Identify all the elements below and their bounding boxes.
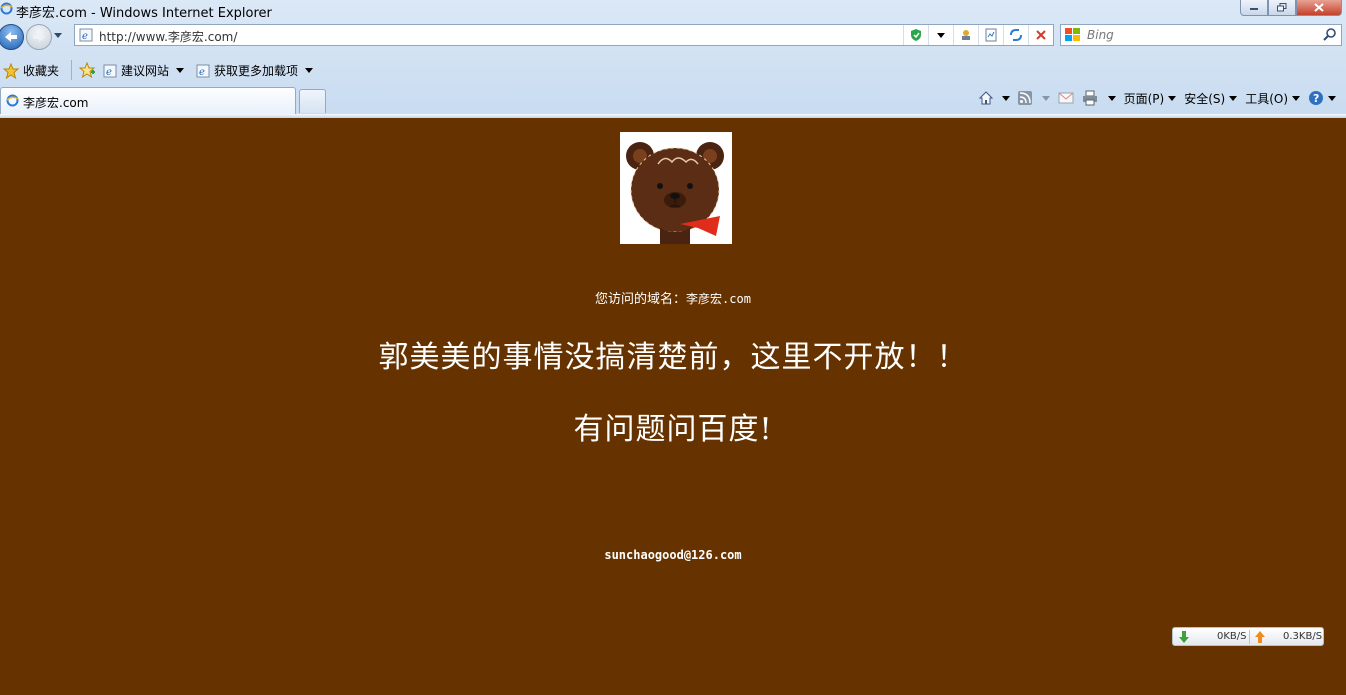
svg-text:e: e: [82, 31, 88, 42]
forward-arrow-icon: [33, 32, 45, 42]
help-icon: ?: [1309, 91, 1323, 105]
ie-page-icon: e: [103, 64, 117, 78]
separator: [1249, 630, 1250, 644]
restore-icon: [1277, 3, 1287, 12]
bing-logo-icon: [1065, 28, 1081, 45]
favorites-bar: 收藏夹 e 建议网站 e 获取更多加载项: [0, 57, 1346, 83]
print-button[interactable]: [1078, 88, 1120, 108]
contact-email: sunchaogood@126.com: [604, 548, 742, 562]
close-window-button[interactable]: [1296, 0, 1342, 16]
chevron-down-icon: [1229, 95, 1238, 101]
home-button[interactable]: [974, 88, 1014, 108]
back-button[interactable]: [0, 24, 24, 50]
stop-button[interactable]: [1028, 25, 1053, 45]
stop-x-icon: [1036, 30, 1046, 40]
page-menu-label: 页面(P): [1123, 91, 1165, 106]
favorites-label: 收藏夹: [23, 64, 60, 78]
svg-text:e: e: [106, 67, 112, 78]
help-button[interactable]: ?: [1304, 88, 1340, 108]
upload-speed: 0.3KB/S: [1283, 631, 1323, 642]
back-arrow-icon: [5, 32, 17, 42]
close-icon: [1314, 3, 1324, 12]
download-speed: 0KB/S: [1217, 631, 1247, 642]
read-mail-button[interactable]: [1054, 88, 1078, 108]
favorites-button[interactable]: 收藏夹: [3, 62, 59, 79]
svg-text:e: e: [199, 67, 205, 78]
separator: [71, 60, 72, 80]
command-bar: 页面(P) 安全(S) 工具(O) ?: [974, 88, 1340, 108]
chevron-down-icon: [937, 32, 945, 38]
refresh-button[interactable]: [1003, 25, 1028, 45]
browser-chrome: 李彦宏.com - Windows Internet Explorer e ht…: [0, 0, 1346, 118]
search-box[interactable]: Bing: [1060, 24, 1342, 46]
forward-button[interactable]: [26, 24, 52, 50]
chevron-down-icon: [305, 68, 314, 73]
ie-logo-icon: [0, 2, 13, 15]
upload-arrow-icon: [1255, 631, 1265, 646]
tools-menu-label: 工具(O): [1245, 91, 1288, 106]
compatibility-icon: [962, 30, 970, 40]
tab-active[interactable]: 李彦宏.com: [0, 87, 296, 114]
maximize-button[interactable]: [1268, 0, 1296, 16]
shield-dropdown[interactable]: [928, 25, 953, 45]
chevron-down-icon[interactable]: [1107, 95, 1116, 101]
add-favorite-button[interactable]: [79, 62, 95, 78]
address-bar[interactable]: e http://www.李彦宏.com/: [74, 24, 1054, 46]
visited-domain-line: 您访问的域名：李彦宏.com: [0, 288, 1346, 307]
ie-logo-icon: [6, 94, 19, 110]
page-content: 您访问的域名：李彦宏.com 郭美美的事情没搞清楚前，这里不开放！！ 有问题问百…: [0, 118, 1346, 695]
subheadline: 有问题问百度!: [573, 412, 773, 447]
rss-feed-button[interactable]: [978, 25, 1003, 45]
domain-prefix: 您访问的域名：: [595, 292, 687, 307]
domain-value: 李彦宏.com: [686, 292, 751, 306]
page-menu[interactable]: 页面(P): [1120, 88, 1181, 108]
suggested-sites-label: 建议网站: [121, 64, 170, 78]
security-shield-button[interactable]: [903, 25, 928, 45]
tab-label: 李彦宏.com: [23, 96, 89, 110]
search-placeholder[interactable]: Bing: [1087, 28, 1114, 42]
url-text[interactable]: http://www.李彦宏.com/: [99, 28, 237, 45]
ie-page-icon: e: [196, 64, 210, 78]
safety-menu[interactable]: 安全(S): [1180, 88, 1241, 108]
compatibility-button[interactable]: [953, 25, 978, 45]
chevron-down-icon: [1328, 95, 1336, 101]
recent-pages-dropdown[interactable]: [54, 33, 62, 38]
svg-text:?: ?: [1313, 92, 1319, 105]
title-bar: 李彦宏.com - Windows Internet Explorer: [0, 0, 1346, 21]
rss-icon: [1017, 91, 1032, 105]
feeds-button[interactable]: [1014, 88, 1054, 108]
headline: 郭美美的事情没搞清楚前，这里不开放！！: [378, 340, 968, 375]
page-icon: e: [79, 28, 93, 45]
download-arrow-icon: [1179, 631, 1189, 646]
new-tab-button[interactable]: [299, 89, 326, 113]
mail-icon: [1058, 92, 1074, 104]
get-more-addons-label: 获取更多加载项: [214, 64, 299, 78]
net-speed-widget[interactable]: 0KB/S 0.3KB/S: [1172, 627, 1324, 646]
add-favorite-star-icon: [79, 62, 95, 78]
printer-icon: [1082, 90, 1097, 106]
minimize-icon: [1250, 7, 1258, 10]
tools-menu[interactable]: 工具(O): [1241, 88, 1304, 108]
chevron-down-icon[interactable]: [1041, 95, 1050, 101]
chevron-down-icon: [1168, 95, 1177, 101]
get-more-addons-button[interactable]: e 获取更多加载项: [196, 62, 314, 79]
chevron-down-icon: [1292, 95, 1300, 101]
star-icon: [3, 62, 19, 79]
safety-menu-label: 安全(S): [1184, 91, 1226, 106]
document-icon: [985, 28, 997, 42]
refresh-icon: [1010, 29, 1022, 41]
search-icon[interactable]: [1323, 27, 1337, 44]
home-icon: [978, 91, 993, 105]
shield-icon: [911, 29, 921, 41]
chevron-down-icon[interactable]: [1001, 95, 1010, 101]
minimize-button[interactable]: [1240, 0, 1268, 16]
bear-mascot-image: [620, 132, 732, 244]
chevron-down-icon: [176, 68, 185, 73]
window-title: 李彦宏.com - Windows Internet Explorer: [16, 6, 272, 21]
suggested-sites-button[interactable]: e 建议网站: [103, 62, 185, 79]
